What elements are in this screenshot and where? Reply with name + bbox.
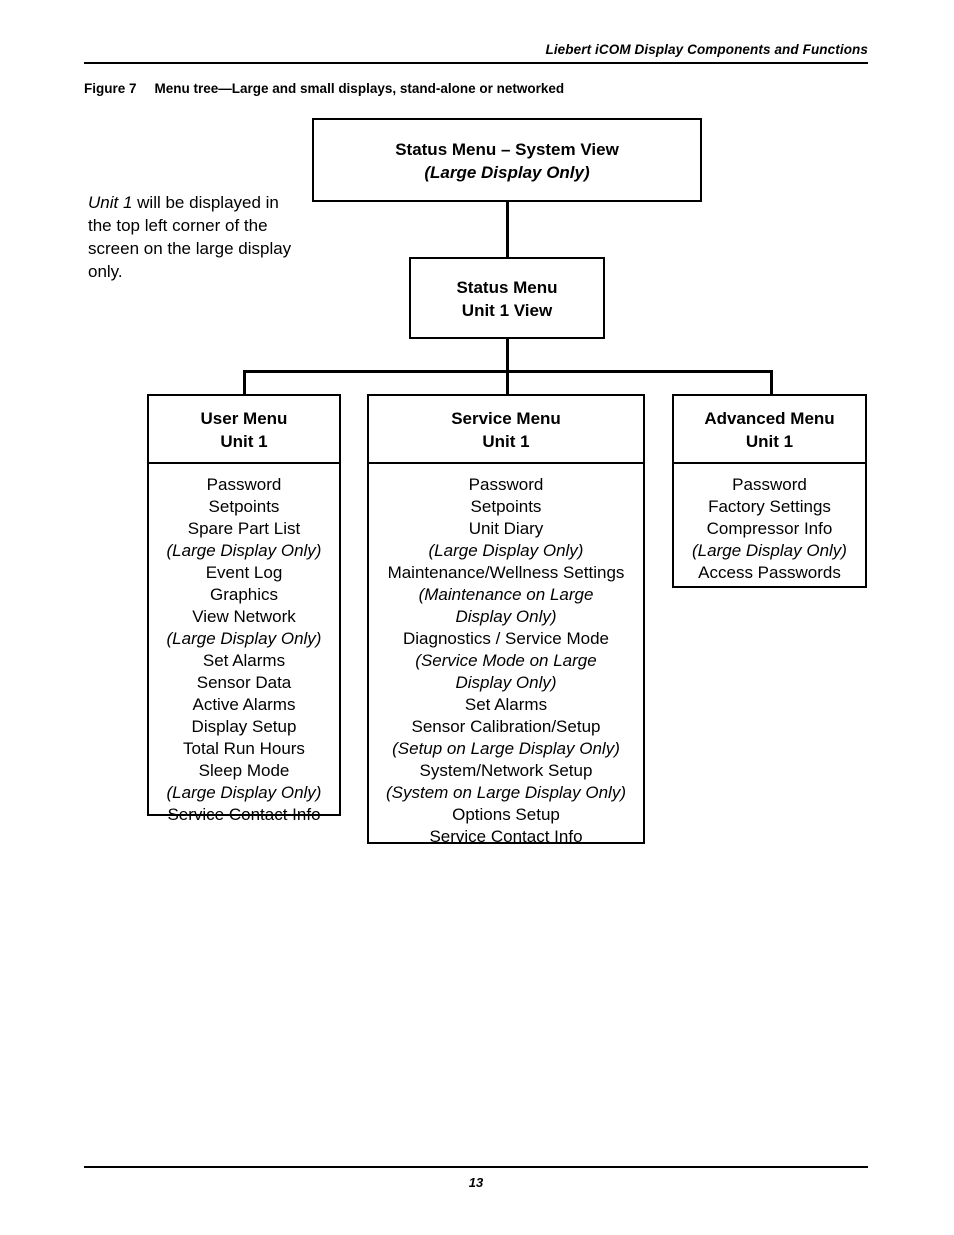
menu-item[interactable]: Diagnostics / Service Mode xyxy=(373,628,639,650)
node-user-menu-line2: Unit 1 xyxy=(220,432,268,451)
node-advanced-menu[interactable]: Advanced Menu Unit 1 Password Factory Set… xyxy=(672,394,867,588)
menu-item[interactable]: Set Alarms xyxy=(373,694,639,716)
menu-item[interactable]: (Service Mode on Large xyxy=(373,650,639,672)
menu-item[interactable]: Setpoints xyxy=(153,496,335,518)
footer-divider-rule xyxy=(84,1166,868,1168)
node-status-system-title: Status Menu – System View (Large Display… xyxy=(314,120,700,184)
menu-item[interactable]: Total Run Hours xyxy=(153,738,335,760)
menu-item[interactable]: (Large Display Only) xyxy=(153,540,335,562)
menu-item[interactable]: Service Contact Info xyxy=(153,804,335,826)
menu-item[interactable]: Spare Part List xyxy=(153,518,335,540)
node-service-menu-item-list: Password Setpoints Unit Diary (Large Displa… xyxy=(369,464,643,858)
connector-system-to-unit xyxy=(506,200,509,258)
figure-number-label: Figure 7 xyxy=(84,81,137,96)
node-user-menu-line1: User Menu xyxy=(200,409,288,428)
menu-item[interactable]: (Large Display Only) xyxy=(373,540,639,562)
menu-item[interactable]: (Large Display Only) xyxy=(678,540,861,562)
node-status-unit-line1: Status Menu xyxy=(456,278,558,297)
menu-item[interactable]: Display Setup xyxy=(153,716,335,738)
menu-item[interactable]: Password xyxy=(373,474,639,496)
menu-item[interactable]: Graphics xyxy=(153,584,335,606)
menu-item[interactable]: (Maintenance on Large xyxy=(373,584,639,606)
node-status-system-line2: (Large Display Only) xyxy=(424,163,590,182)
menu-item[interactable]: Sleep Mode xyxy=(153,760,335,782)
menu-item[interactable]: Service Contact Info xyxy=(373,826,639,848)
menu-item[interactable]: Sensor Data xyxy=(153,672,335,694)
menu-item[interactable]: Password xyxy=(153,474,335,496)
menu-item[interactable]: Compressor Info xyxy=(678,518,861,540)
menu-item[interactable]: Options Setup xyxy=(373,804,639,826)
node-status-system-line1: Status Menu – System View xyxy=(395,140,619,159)
node-service-menu[interactable]: Service Menu Unit 1 Password Setpoints Uni… xyxy=(367,394,645,846)
menu-item[interactable]: Active Alarms xyxy=(153,694,335,716)
menu-item[interactable]: (Setup on Large Display Only) xyxy=(373,738,639,760)
node-status-unit-title: Status Menu Unit 1 View xyxy=(411,259,603,322)
node-user-menu-item-list: Password Setpoints Spare Part List (Large D… xyxy=(149,464,339,836)
connector-drop-advanced-menu xyxy=(770,370,773,396)
node-status-unit-line2: Unit 1 View xyxy=(461,301,553,320)
menu-item[interactable]: Event Log xyxy=(153,562,335,584)
node-user-menu-title: User Menu Unit 1 xyxy=(149,396,339,462)
menu-item[interactable]: Factory Settings xyxy=(678,496,861,518)
menu-item[interactable]: View Network xyxy=(153,606,335,628)
node-advanced-menu-item-list: Password Factory Settings Compressor Info(… xyxy=(674,464,865,594)
connector-unit-to-bus xyxy=(506,337,509,395)
page-header-title: Liebert iCOM Display Components and Func… xyxy=(545,42,868,57)
node-advanced-menu-title: Advanced Menu Unit 1 xyxy=(674,396,865,462)
figure-title-label: Menu tree—Large and small displays, stan… xyxy=(154,81,565,96)
side-note-text: Unit 1 will be displayed in the top left… xyxy=(88,191,293,283)
node-advanced-menu-line2: Unit 1 xyxy=(745,432,794,451)
node-status-menu-unit-1-view[interactable]: Status Menu Unit 1 View xyxy=(409,257,605,339)
node-service-menu-line1: Service Menu xyxy=(451,409,561,428)
menu-item[interactable]: (System on Large Display Only) xyxy=(373,782,639,804)
node-user-menu[interactable]: User Menu Unit 1 Password Setpoints Spare … xyxy=(147,394,341,824)
node-advanced-menu-line1: Advanced Menu xyxy=(704,409,835,428)
figure-caption: Figure 7 Menu tree—Large and small displa… xyxy=(84,81,564,96)
menu-item[interactable]: Display Only) xyxy=(373,672,639,694)
menu-item[interactable]: Maintenance/Wellness Settings xyxy=(373,562,639,584)
menu-item[interactable]: (Large Display Only) xyxy=(153,628,335,650)
menu-item[interactable]: Set Alarms xyxy=(153,650,335,672)
connector-drop-user-menu xyxy=(243,370,246,396)
node-status-menu-system-view[interactable]: Status Menu – System View (Large Display… xyxy=(312,118,702,202)
side-note-emphasis: Unit 1 xyxy=(88,193,133,212)
menu-item[interactable]: Password xyxy=(678,474,861,496)
menu-item[interactable]: Unit Diary xyxy=(373,518,639,540)
menu-item[interactable]: Setpoints xyxy=(373,496,639,518)
menu-item[interactable]: Display Only) xyxy=(373,606,639,628)
node-service-menu-line2: Unit 1 xyxy=(482,432,530,451)
menu-item[interactable]: Sensor Calibration/Setup xyxy=(373,716,639,738)
page-number-label: 13 xyxy=(468,1175,484,1190)
menu-item[interactable]: System/Network Setup xyxy=(373,760,639,782)
node-service-menu-title: Service Menu Unit 1 xyxy=(369,396,643,462)
menu-item[interactable]: (Large Display Only) xyxy=(153,782,335,804)
menu-item[interactable]: Access Passwords xyxy=(678,562,861,584)
header-divider-rule xyxy=(84,62,868,64)
connector-horizontal-bus xyxy=(243,370,773,373)
